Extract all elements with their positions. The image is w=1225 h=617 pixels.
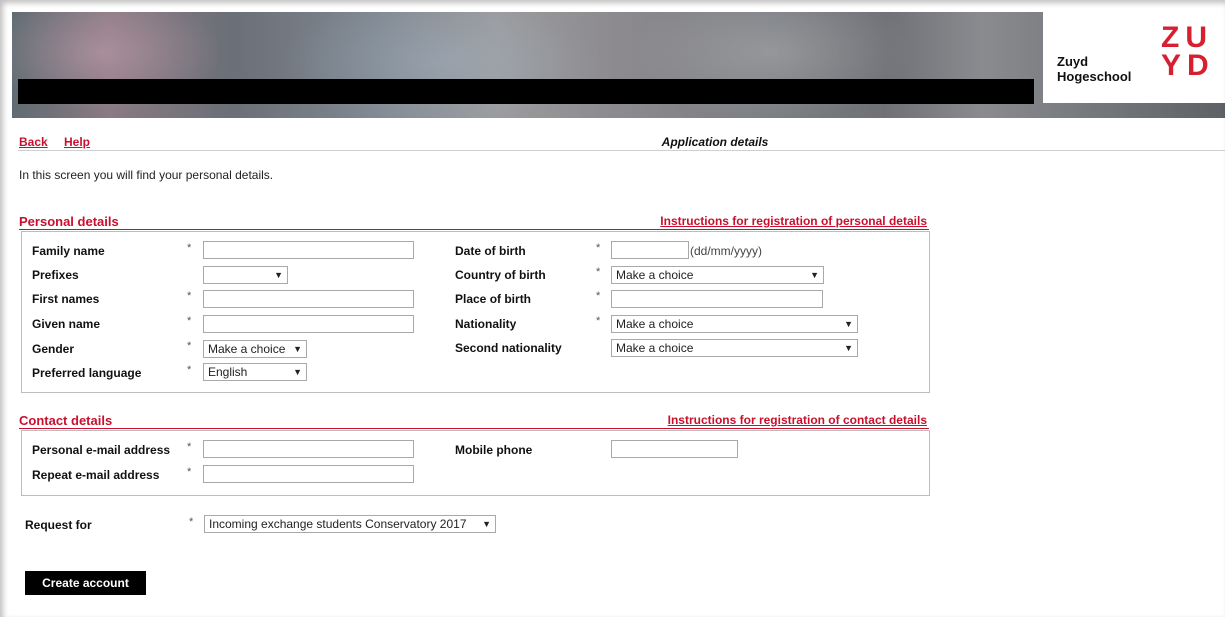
second-nationality-value: Make a choice: [616, 341, 694, 355]
gender-label: Gender: [32, 342, 75, 356]
place-of-birth-label: Place of birth: [455, 292, 532, 306]
logo-line2: Hogeschool: [1057, 69, 1132, 84]
family-name-input[interactable]: [203, 241, 414, 259]
mobile-phone-label: Mobile phone: [455, 443, 533, 457]
help-link[interactable]: Help: [64, 135, 90, 149]
preferred-language-select[interactable]: English ▼: [203, 363, 307, 381]
logo-mark-bottom: YD: [1161, 49, 1215, 82]
required-mark: *: [596, 290, 601, 302]
contact-details-box: [21, 430, 930, 496]
logo-mark-top: ZU: [1161, 21, 1213, 54]
required-mark: *: [596, 266, 601, 278]
chevron-down-icon: ▼: [844, 319, 853, 329]
request-for-select[interactable]: Incoming exchange students Conservatory …: [204, 515, 496, 533]
required-mark: *: [187, 290, 192, 302]
required-mark: *: [187, 466, 192, 478]
section-divider: [19, 229, 929, 230]
page-title: Application details: [661, 135, 769, 149]
contact-details-heading: Contact details: [19, 413, 113, 428]
chevron-down-icon: ▼: [482, 519, 491, 529]
required-mark: *: [187, 364, 192, 376]
first-names-label: First names: [32, 292, 100, 306]
email-label: Personal e-mail address: [32, 443, 171, 457]
required-mark: *: [187, 340, 192, 352]
logo-line1: Zuyd: [1057, 54, 1089, 69]
logo-mark: ZU YD: [1161, 21, 1215, 82]
personal-instructions-link[interactable]: Instructions for registration of persona…: [560, 214, 927, 228]
mobile-phone-input[interactable]: [611, 440, 738, 458]
gender-select[interactable]: Make a choice ▼: [203, 340, 307, 358]
country-of-birth-select[interactable]: Make a choice ▼: [611, 266, 824, 284]
preferred-language-value: English: [208, 365, 248, 379]
date-of-birth-label: Date of birth: [455, 244, 526, 258]
section-divider: [19, 428, 929, 429]
email-input[interactable]: [203, 440, 414, 458]
given-name-label: Given name: [32, 317, 101, 331]
personal-details-heading: Personal details: [19, 214, 119, 229]
prefixes-label: Prefixes: [32, 268, 79, 282]
required-mark: *: [596, 242, 601, 254]
date-of-birth-input[interactable]: [611, 241, 689, 259]
banner-bar: [18, 79, 1034, 104]
repeat-email-label: Repeat e-mail address: [32, 468, 160, 482]
gender-value: Make a choice: [208, 342, 286, 356]
logo: Zuyd Hogeschool ZU YD: [1043, 12, 1225, 103]
divider: [18, 150, 1225, 151]
required-mark: *: [596, 315, 601, 327]
logo-text: Zuyd Hogeschool: [1057, 54, 1131, 84]
request-for-value: Incoming exchange students Conservatory …: [209, 517, 467, 531]
country-of-birth-label: Country of birth: [455, 268, 546, 282]
nationality-value: Make a choice: [616, 317, 694, 331]
chevron-down-icon: ▼: [274, 270, 283, 280]
nationality-label: Nationality: [455, 317, 517, 331]
chevron-down-icon: ▼: [810, 270, 819, 280]
create-account-button[interactable]: Create account: [25, 571, 146, 595]
place-of-birth-input[interactable]: [611, 290, 823, 308]
prefixes-select[interactable]: ▼: [203, 266, 288, 284]
family-name-label: Family name: [32, 244, 105, 258]
preferred-language-label: Preferred language: [32, 366, 142, 380]
date-format-hint: (dd/mm/yyyy): [690, 244, 762, 258]
country-of-birth-value: Make a choice: [616, 268, 694, 282]
required-mark: *: [187, 441, 192, 453]
intro-text: In this screen you will find your person…: [19, 168, 274, 182]
contact-instructions-link[interactable]: Instructions for registration of contact…: [560, 413, 927, 427]
second-nationality-select[interactable]: Make a choice ▼: [611, 339, 858, 357]
request-for-label: Request for: [25, 518, 92, 532]
chevron-down-icon: ▼: [293, 344, 302, 354]
required-mark: *: [187, 315, 192, 327]
chevron-down-icon: ▼: [844, 343, 853, 353]
chevron-down-icon: ▼: [293, 367, 302, 377]
first-names-input[interactable]: [203, 290, 414, 308]
second-nationality-label: Second nationality: [455, 341, 562, 355]
required-mark: *: [189, 516, 194, 528]
repeat-email-input[interactable]: [203, 465, 414, 483]
given-name-input[interactable]: [203, 315, 414, 333]
nationality-select[interactable]: Make a choice ▼: [611, 315, 858, 333]
back-link[interactable]: Back: [19, 135, 48, 149]
required-mark: *: [187, 242, 192, 254]
